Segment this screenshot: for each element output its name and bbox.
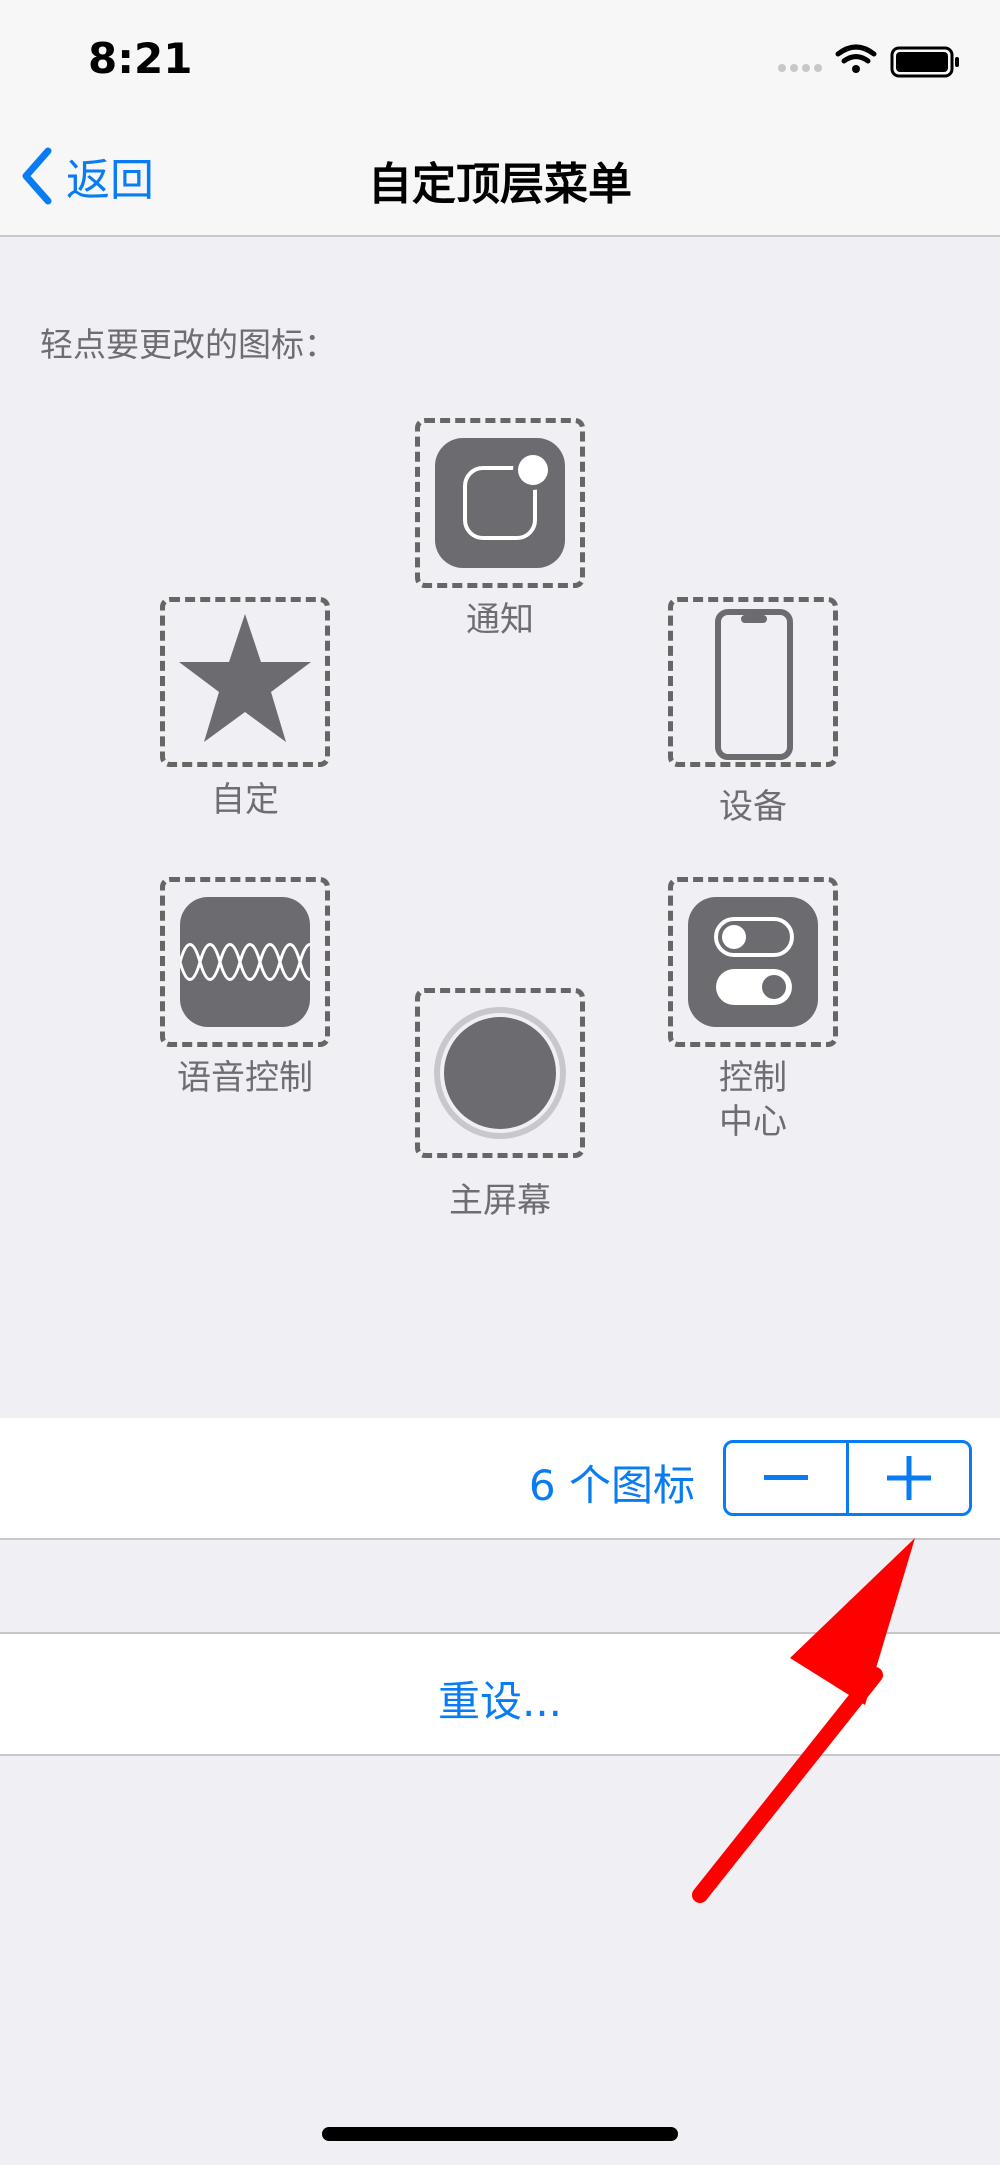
slot-label-control-center: 控制 中心	[633, 1056, 873, 1144]
home-indicator	[322, 2127, 678, 2141]
slot-label-notification: 通知	[466, 600, 534, 640]
status-icons	[778, 44, 959, 78]
minus-icon	[764, 1475, 808, 1480]
device-icon	[715, 609, 793, 760]
icon-count-label: 6 个图标	[528, 1461, 695, 1510]
slot-label-control-center-line1: 控制	[719, 1058, 787, 1098]
plus-icon	[887, 1456, 931, 1500]
status-bar: 8:21	[0, 0, 1000, 120]
cellular-signal-icon	[778, 64, 822, 72]
menu-slot-custom[interactable]	[160, 597, 330, 767]
menu-slot-voice-control[interactable]	[160, 877, 330, 1047]
reset-button[interactable]: 重设...	[0, 1632, 1000, 1756]
menu-slot-home[interactable]	[415, 988, 585, 1158]
navigation-bar: 返回 自定顶层菜单	[0, 120, 1000, 237]
decrease-button[interactable]	[726, 1443, 846, 1513]
slot-label-control-center-line2: 中心	[719, 1102, 787, 1142]
star-icon	[179, 614, 311, 742]
icon-count-row: 6 个图标	[0, 1418, 1000, 1540]
increase-button[interactable]	[849, 1443, 969, 1513]
reset-label: 重设...	[437, 1677, 563, 1726]
toggle-switches-icon	[688, 897, 818, 1027]
menu-slot-control-center[interactable]	[668, 877, 838, 1047]
battery-icon	[890, 46, 959, 78]
wifi-icon	[835, 44, 877, 73]
instruction-text: 轻点要更改的图标：	[40, 325, 337, 364]
menu-slot-notification[interactable]	[415, 418, 585, 588]
slot-label-voice-control: 语音控制	[177, 1058, 313, 1098]
status-time: 8:21	[88, 34, 193, 83]
slot-label-home: 主屏幕	[449, 1181, 551, 1221]
page-title: 自定顶层菜单	[368, 159, 632, 210]
home-button-icon	[434, 1007, 566, 1139]
slot-label-custom: 自定	[211, 780, 279, 820]
notification-icon	[435, 438, 565, 568]
icon-count-stepper[interactable]	[723, 1440, 972, 1516]
menu-slot-device[interactable]	[668, 597, 838, 767]
slot-label-device: 设备	[719, 787, 787, 827]
waveform-icon	[180, 897, 310, 1027]
